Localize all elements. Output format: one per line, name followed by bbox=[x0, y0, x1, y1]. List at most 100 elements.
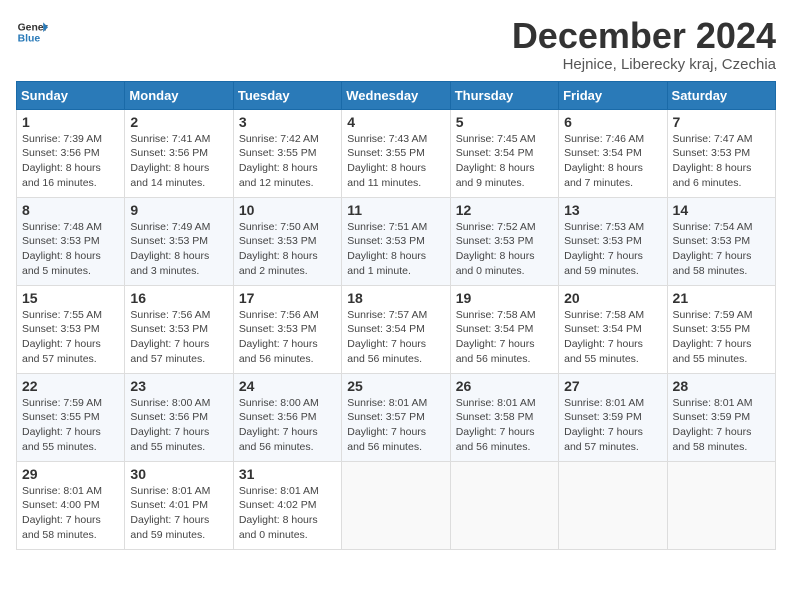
day-info: Sunrise: 7:51 AM Sunset: 3:53 PM Dayligh… bbox=[347, 220, 444, 279]
day-number: 12 bbox=[456, 202, 553, 218]
title-area: December 2024 Hejnice, Liberecky kraj, C… bbox=[512, 16, 776, 73]
calendar-cell: 26 Sunrise: 8:01 AM Sunset: 3:58 PM Dayli… bbox=[450, 373, 558, 461]
day-info: Sunrise: 7:50 AM Sunset: 3:53 PM Dayligh… bbox=[239, 220, 336, 279]
calendar-week-5: 29 Sunrise: 8:01 AM Sunset: 4:00 PM Dayli… bbox=[17, 461, 776, 549]
calendar-cell bbox=[450, 461, 558, 549]
calendar-table: SundayMondayTuesdayWednesdayThursdayFrid… bbox=[16, 81, 776, 550]
calendar-cell: 17Sunrise: 7:56 AM Sunset: 3:53 PM Dayli… bbox=[233, 285, 341, 373]
day-info: Sunrise: 7:43 AM Sunset: 3:55 PM Dayligh… bbox=[347, 132, 444, 191]
day-info: Sunrise: 8:01 AM Sunset: 3:57 PM Dayligh… bbox=[347, 396, 444, 455]
day-info: Sunrise: 7:46 AM Sunset: 3:54 PM Dayligh… bbox=[564, 132, 661, 191]
weekday-header-friday: Friday bbox=[559, 81, 667, 109]
day-number: 7 bbox=[673, 114, 770, 130]
calendar-week-1: 1Sunrise: 7:39 AM Sunset: 3:56 PM Daylig… bbox=[17, 109, 776, 197]
calendar-cell: 21 Sunrise: 7:59 AM Sunset: 3:55 PM Dayli… bbox=[667, 285, 775, 373]
weekday-header-row: SundayMondayTuesdayWednesdayThursdayFrid… bbox=[17, 81, 776, 109]
day-info: Sunrise: 7:57 AM Sunset: 3:54 PM Dayligh… bbox=[347, 308, 444, 367]
logo-icon: General Blue bbox=[16, 16, 48, 48]
calendar-cell bbox=[342, 461, 450, 549]
day-number: 19 bbox=[456, 290, 553, 306]
calendar-cell: 28 Sunrise: 8:01 AM Sunset: 3:59 PM Dayli… bbox=[667, 373, 775, 461]
day-info: Sunrise: 8:01 AM Sunset: 3:59 PM Dayligh… bbox=[564, 396, 661, 455]
day-number: 26 bbox=[456, 378, 553, 394]
calendar-week-2: 8Sunrise: 7:48 AM Sunset: 3:53 PM Daylig… bbox=[17, 197, 776, 285]
calendar-cell: 15Sunrise: 7:55 AM Sunset: 3:53 PM Dayli… bbox=[17, 285, 125, 373]
day-number: 29 bbox=[22, 466, 119, 482]
calendar-cell: 13Sunrise: 7:53 AM Sunset: 3:53 PM Dayli… bbox=[559, 197, 667, 285]
calendar-cell: 22Sunrise: 7:59 AM Sunset: 3:55 PM Dayli… bbox=[17, 373, 125, 461]
day-number: 30 bbox=[130, 466, 227, 482]
day-info: Sunrise: 7:41 AM Sunset: 3:56 PM Dayligh… bbox=[130, 132, 227, 191]
calendar-cell: 7 Sunrise: 7:47 AM Sunset: 3:53 PM Daylig… bbox=[667, 109, 775, 197]
calendar-cell: 18 Sunrise: 7:57 AM Sunset: 3:54 PM Dayli… bbox=[342, 285, 450, 373]
day-info: Sunrise: 7:56 AM Sunset: 3:53 PM Dayligh… bbox=[239, 308, 336, 367]
calendar-cell: 10 Sunrise: 7:50 AM Sunset: 3:53 PM Dayli… bbox=[233, 197, 341, 285]
calendar-cell: 25Sunrise: 8:01 AM Sunset: 3:57 PM Dayli… bbox=[342, 373, 450, 461]
day-info: Sunrise: 7:59 AM Sunset: 3:55 PM Dayligh… bbox=[673, 308, 770, 367]
day-info: Sunrise: 8:01 AM Sunset: 3:58 PM Dayligh… bbox=[456, 396, 553, 455]
day-number: 14 bbox=[673, 202, 770, 218]
month-title: December 2024 bbox=[512, 16, 776, 56]
day-number: 31 bbox=[239, 466, 336, 482]
calendar-cell bbox=[667, 461, 775, 549]
calendar-cell: 8Sunrise: 7:48 AM Sunset: 3:53 PM Daylig… bbox=[17, 197, 125, 285]
calendar-cell bbox=[559, 461, 667, 549]
calendar-cell: 19 Sunrise: 7:58 AM Sunset: 3:54 PM Dayli… bbox=[450, 285, 558, 373]
calendar-cell: 24 Sunrise: 8:00 AM Sunset: 3:56 PM Dayli… bbox=[233, 373, 341, 461]
day-number: 10 bbox=[239, 202, 336, 218]
day-info: Sunrise: 8:01 AM Sunset: 4:00 PM Dayligh… bbox=[22, 484, 119, 543]
weekday-header-monday: Monday bbox=[125, 81, 233, 109]
calendar-week-3: 15Sunrise: 7:55 AM Sunset: 3:53 PM Dayli… bbox=[17, 285, 776, 373]
day-number: 18 bbox=[347, 290, 444, 306]
day-number: 8 bbox=[22, 202, 119, 218]
day-number: 2 bbox=[130, 114, 227, 130]
day-number: 13 bbox=[564, 202, 661, 218]
weekday-header-thursday: Thursday bbox=[450, 81, 558, 109]
day-info: Sunrise: 7:49 AM Sunset: 3:53 PM Dayligh… bbox=[130, 220, 227, 279]
calendar-cell: 27Sunrise: 8:01 AM Sunset: 3:59 PM Dayli… bbox=[559, 373, 667, 461]
calendar-week-4: 22Sunrise: 7:59 AM Sunset: 3:55 PM Dayli… bbox=[17, 373, 776, 461]
day-info: Sunrise: 8:01 AM Sunset: 4:01 PM Dayligh… bbox=[130, 484, 227, 543]
calendar-cell: 1Sunrise: 7:39 AM Sunset: 3:56 PM Daylig… bbox=[17, 109, 125, 197]
day-number: 21 bbox=[673, 290, 770, 306]
day-number: 1 bbox=[22, 114, 119, 130]
calendar-cell: 23 Sunrise: 8:00 AM Sunset: 3:56 PM Dayli… bbox=[125, 373, 233, 461]
day-number: 24 bbox=[239, 378, 336, 394]
logo: General Blue bbox=[16, 16, 48, 48]
day-info: Sunrise: 8:01 AM Sunset: 3:59 PM Dayligh… bbox=[673, 396, 770, 455]
day-number: 3 bbox=[239, 114, 336, 130]
calendar-body: 1Sunrise: 7:39 AM Sunset: 3:56 PM Daylig… bbox=[17, 109, 776, 549]
location-subtitle: Hejnice, Liberecky kraj, Czechia bbox=[512, 56, 776, 73]
calendar-cell: 29 Sunrise: 8:01 AM Sunset: 4:00 PM Dayli… bbox=[17, 461, 125, 549]
day-info: Sunrise: 8:00 AM Sunset: 3:56 PM Dayligh… bbox=[130, 396, 227, 455]
calendar-cell: 5Sunrise: 7:45 AM Sunset: 3:54 PM Daylig… bbox=[450, 109, 558, 197]
svg-text:Blue: Blue bbox=[18, 34, 41, 45]
calendar-cell: 31Sunrise: 8:01 AM Sunset: 4:02 PM Dayli… bbox=[233, 461, 341, 549]
weekday-header-wednesday: Wednesday bbox=[342, 81, 450, 109]
calendar-cell: 2 Sunrise: 7:41 AM Sunset: 3:56 PM Daylig… bbox=[125, 109, 233, 197]
day-number: 28 bbox=[673, 378, 770, 394]
day-info: Sunrise: 7:56 AM Sunset: 3:53 PM Dayligh… bbox=[130, 308, 227, 367]
calendar-cell: 14 Sunrise: 7:54 AM Sunset: 3:53 PM Dayli… bbox=[667, 197, 775, 285]
header: General Blue December 2024 Hejnice, Libe… bbox=[16, 16, 776, 73]
day-number: 11 bbox=[347, 202, 444, 218]
day-number: 16 bbox=[130, 290, 227, 306]
calendar-cell: 11 Sunrise: 7:51 AM Sunset: 3:53 PM Dayli… bbox=[342, 197, 450, 285]
day-info: Sunrise: 7:45 AM Sunset: 3:54 PM Dayligh… bbox=[456, 132, 553, 191]
day-info: Sunrise: 7:59 AM Sunset: 3:55 PM Dayligh… bbox=[22, 396, 119, 455]
weekday-header-sunday: Sunday bbox=[17, 81, 125, 109]
day-number: 6 bbox=[564, 114, 661, 130]
weekday-header-tuesday: Tuesday bbox=[233, 81, 341, 109]
calendar-cell: 20Sunrise: 7:58 AM Sunset: 3:54 PM Dayli… bbox=[559, 285, 667, 373]
calendar-cell: 16 Sunrise: 7:56 AM Sunset: 3:53 PM Dayli… bbox=[125, 285, 233, 373]
day-info: Sunrise: 7:54 AM Sunset: 3:53 PM Dayligh… bbox=[673, 220, 770, 279]
day-number: 9 bbox=[130, 202, 227, 218]
day-number: 15 bbox=[22, 290, 119, 306]
day-info: Sunrise: 8:00 AM Sunset: 3:56 PM Dayligh… bbox=[239, 396, 336, 455]
day-number: 23 bbox=[130, 378, 227, 394]
calendar-cell: 3Sunrise: 7:42 AM Sunset: 3:55 PM Daylig… bbox=[233, 109, 341, 197]
day-info: Sunrise: 7:58 AM Sunset: 3:54 PM Dayligh… bbox=[456, 308, 553, 367]
day-info: Sunrise: 7:58 AM Sunset: 3:54 PM Dayligh… bbox=[564, 308, 661, 367]
calendar-cell: 9 Sunrise: 7:49 AM Sunset: 3:53 PM Daylig… bbox=[125, 197, 233, 285]
day-info: Sunrise: 7:47 AM Sunset: 3:53 PM Dayligh… bbox=[673, 132, 770, 191]
